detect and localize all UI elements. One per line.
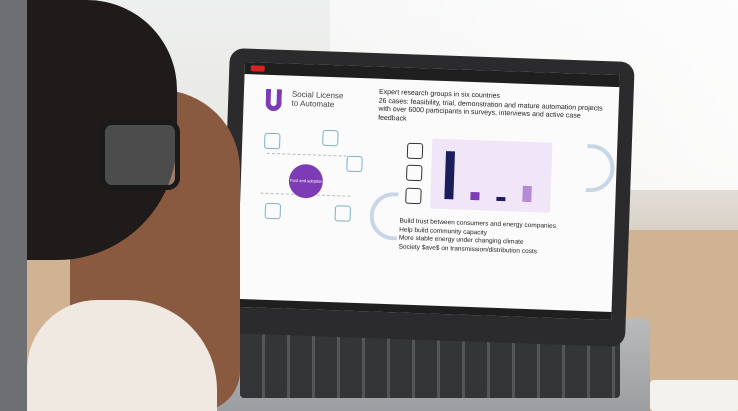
diagram-center-circle: Trust and adoption — [288, 163, 324, 199]
community-icon — [334, 205, 352, 222]
chart-bar — [444, 151, 456, 200]
recycle-icon — [264, 202, 282, 220]
chart-bar — [496, 196, 506, 202]
curved-arrow-icon — [585, 143, 616, 193]
building-icon — [405, 187, 422, 205]
battery-icon — [406, 142, 424, 160]
slide-bullets: Build trust between consumers and energy… — [398, 217, 599, 258]
diagram-connector — [266, 152, 347, 157]
chart-bar — [470, 191, 480, 201]
photo-scene: Social License to Automate Expert resear… — [0, 0, 738, 411]
left-side-bar — [0, 0, 27, 411]
chart-bar — [522, 185, 532, 203]
solar-panel-icon — [322, 129, 339, 147]
lightning-icon — [346, 155, 363, 173]
chart-thumbnail — [429, 138, 553, 213]
slide-intro: Expert research groups in six countries … — [378, 89, 609, 131]
video-logo-icon — [250, 65, 265, 72]
notebook — [650, 380, 738, 411]
wind-turbine-icon — [263, 132, 281, 150]
curved-arrow-icon — [368, 191, 399, 241]
laptop-screen: Social License to Automate Expert resear… — [236, 62, 620, 320]
glasses-icon — [100, 120, 180, 190]
slide-title: Social License to Automate — [291, 89, 344, 110]
car-icon — [405, 164, 423, 182]
university-logo-icon — [265, 88, 283, 112]
